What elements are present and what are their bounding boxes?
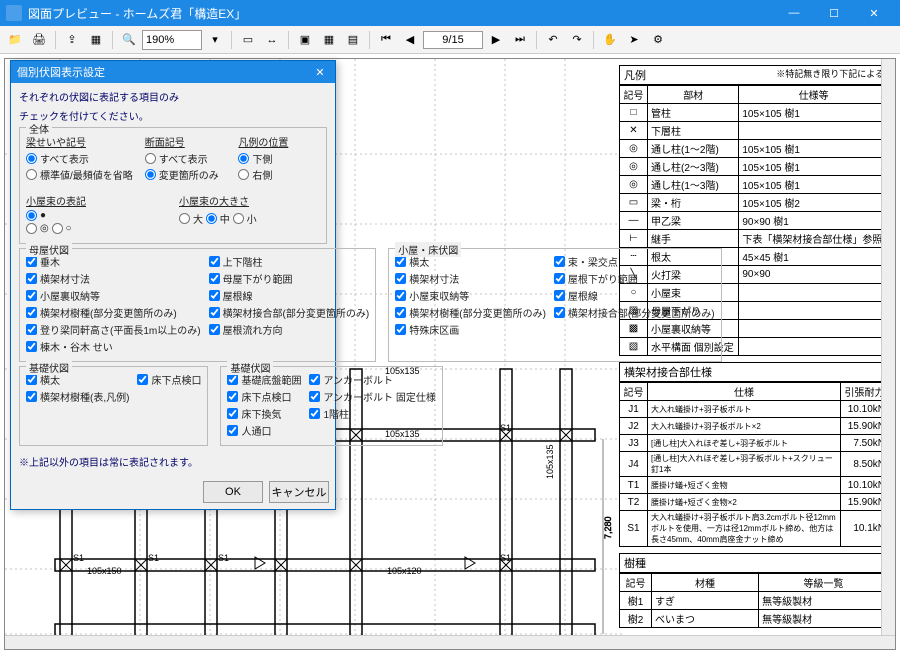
chk-moya-4[interactable]: 小屋裏収納等: [26, 288, 201, 303]
settings-dialog: 個別伏図表示設定 ✕ それぞれの伏図に表記する項目のみ チェックを付けてください…: [10, 60, 336, 510]
radio-sec-change[interactable]: 変更箇所のみ: [145, 167, 227, 182]
close-button[interactable]: ✕: [854, 0, 894, 26]
chk-koya-2[interactable]: 横架材寸法: [395, 271, 546, 286]
svg-text:105x135: 105x135: [545, 444, 555, 479]
dialog-note: ※上記以外の項目は常に表記されます。: [19, 454, 327, 469]
radio-pos-bottom[interactable]: 下側: [238, 151, 320, 166]
vertical-scrollbar[interactable]: [881, 59, 895, 635]
legend-subtitle: ※特記無き限り下記による: [776, 67, 884, 83]
chk-kiso-5[interactable]: 1階柱: [309, 406, 435, 421]
chk-kiso-4[interactable]: 床下換気: [227, 406, 301, 421]
radio-omit-std[interactable]: 標準値/最頻値を省略: [26, 167, 133, 182]
print-icon[interactable]: 🖨: [28, 29, 50, 51]
zoom-icon[interactable]: 🔍: [118, 29, 140, 51]
rotate-right-icon[interactable]: ↷: [566, 29, 588, 51]
prev-page-icon[interactable]: ◀: [399, 29, 421, 51]
maximize-button[interactable]: ☐: [814, 0, 854, 26]
toolbar: 📁 🖨 ⇪ ▦ 🔍 ▾ ▭ ↔ ▣ ▦ ▤ ⏮ ◀ 9/15 ▶ ⏭ ↶ ↷ ✋…: [0, 26, 900, 54]
chk-nuno-1[interactable]: 床下点検口: [137, 372, 201, 387]
last-page-icon[interactable]: ⏭: [509, 29, 531, 51]
open-icon[interactable]: 📁: [4, 29, 26, 51]
chk-moya-3[interactable]: 母屋下がり範囲: [209, 271, 370, 286]
hand-icon[interactable]: ✋: [599, 29, 621, 51]
joint-title: 横架材接合部仕様: [619, 362, 889, 382]
chk-moya-10[interactable]: 棟木・谷木 せい: [26, 339, 201, 354]
first-page-icon[interactable]: ⏮: [375, 29, 397, 51]
chk-kiso-3[interactable]: アンカーボルト 固定仕様: [309, 389, 435, 404]
chk-koya-6[interactable]: 横架材樹種(部分変更箇所のみ): [395, 305, 546, 320]
rotate-left-icon[interactable]: ↶: [542, 29, 564, 51]
chk-koya-7[interactable]: 横架材接合部(部分変更箇所のみ): [554, 305, 715, 320]
page-fit-icon[interactable]: ▭: [237, 29, 259, 51]
chk-kiso-6[interactable]: 人通口: [227, 423, 301, 438]
dialog-close-icon[interactable]: ✕: [311, 66, 329, 79]
chk-koya-5[interactable]: 屋根線: [554, 288, 715, 303]
layout3-icon[interactable]: ▤: [342, 29, 364, 51]
dialog-title: 個別伏図表示設定: [17, 64, 105, 80]
grid-icon[interactable]: ▦: [85, 29, 107, 51]
pointer-icon[interactable]: ➤: [623, 29, 645, 51]
layout1-icon[interactable]: ▣: [294, 29, 316, 51]
page-indicator: 9/15: [423, 31, 483, 49]
chk-nuno-2[interactable]: 横架材樹種(表,凡例): [26, 389, 129, 404]
legend-title: 凡例: [624, 67, 646, 83]
export-icon[interactable]: ⇪: [61, 29, 83, 51]
horizontal-scrollbar[interactable]: [5, 635, 895, 649]
chk-moya-9[interactable]: 屋根流れ方向: [209, 322, 370, 337]
radio-sec-all[interactable]: すべて表示: [145, 151, 227, 166]
chk-moya-8[interactable]: 登り梁同軒高さ(平面長1m以上のみ): [26, 322, 201, 337]
chk-moya-1[interactable]: 上下階柱: [209, 254, 370, 269]
svg-text:S1: S1: [218, 553, 229, 563]
radio-pos-right[interactable]: 右側: [238, 167, 320, 182]
chk-moya-5[interactable]: 屋根線: [209, 288, 370, 303]
dialog-hint2: チェックを付けてください。: [19, 108, 327, 123]
chk-koya-3[interactable]: 屋根下がり範囲: [554, 271, 715, 286]
chk-koya-4[interactable]: 小屋束収納等: [395, 288, 546, 303]
tree-title: 樹種: [619, 553, 889, 573]
next-page-icon[interactable]: ▶: [485, 29, 507, 51]
svg-text:S1: S1: [73, 553, 84, 563]
chk-moya-6[interactable]: 横架材樹種(部分変更箇所のみ): [26, 305, 201, 320]
layout2-icon[interactable]: ▦: [318, 29, 340, 51]
svg-text:105x150: 105x150: [87, 566, 122, 576]
chk-koya-8[interactable]: 特殊床区画: [395, 322, 546, 337]
chk-moya-7[interactable]: 横架材接合部(部分変更箇所のみ): [209, 305, 370, 320]
radio-all-show[interactable]: すべて表示: [26, 151, 133, 166]
svg-text:S1: S1: [148, 553, 159, 563]
chk-kiso-1[interactable]: アンカーボルト: [309, 372, 435, 387]
tree-table: 記号材種等級一覧 樹1すぎ無等級製材樹2べいまつ無等級製材: [619, 573, 889, 628]
svg-text:105x120: 105x120: [387, 566, 422, 576]
zoom-dropdown-icon[interactable]: ▾: [204, 29, 226, 51]
chk-koya-1[interactable]: 束・梁交点: [554, 254, 715, 269]
zoom-input[interactable]: [142, 30, 202, 50]
svg-text:S1: S1: [500, 553, 511, 563]
cancel-button[interactable]: キャンセル: [269, 481, 329, 503]
titlebar: 図面プレビュー - ホームズ君「構造EX」 — ☐ ✕: [0, 0, 900, 26]
svg-text:S1: S1: [500, 423, 511, 433]
window-title: 図面プレビュー - ホームズ君「構造EX」: [28, 5, 774, 22]
ok-button[interactable]: OK: [203, 481, 263, 503]
svg-text:7,280: 7,280: [603, 516, 613, 539]
chk-moya-2[interactable]: 横架材寸法: [26, 271, 201, 286]
page-width-icon[interactable]: ↔: [261, 29, 283, 51]
app-icon: [6, 5, 22, 21]
dialog-hint1: それぞれの伏図に表記する項目のみ: [19, 89, 327, 104]
joint-table: 記号仕様引張耐力 J1大入れ蟻掛け+羽子板ボルト10.10kNJ2大入れ蟻掛け+…: [619, 382, 889, 547]
chk-kiso-2[interactable]: 床下点検口: [227, 389, 301, 404]
settings-icon[interactable]: ⚙: [647, 29, 669, 51]
minimize-button[interactable]: —: [774, 0, 814, 26]
